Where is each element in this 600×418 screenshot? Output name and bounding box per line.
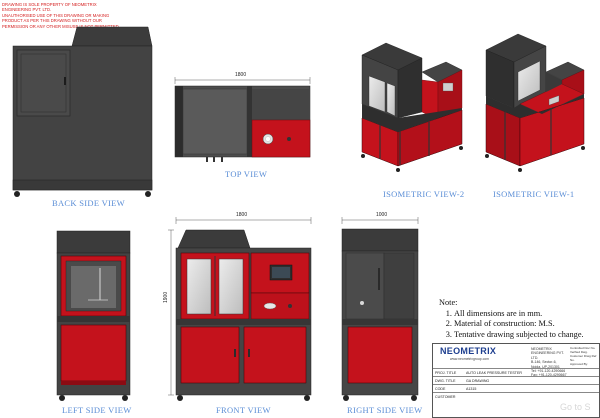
isometric-view-2 bbox=[361, 42, 463, 172]
left-side-view bbox=[56, 230, 131, 401]
isometric-view-2-label: ISOMETRIC VIEW-2 bbox=[383, 189, 465, 199]
right-side-view-label: RIGHT SIDE VIEW bbox=[347, 405, 423, 415]
notes-title: Note: bbox=[439, 298, 458, 307]
title-block-row-label: DWG. TITLE bbox=[435, 379, 456, 383]
right-side-view bbox=[341, 228, 419, 401]
brand-name: NEOMETRIX bbox=[440, 346, 497, 356]
top-view-width-dimension: 1800 bbox=[235, 72, 247, 78]
note-item: Tentative drawing subjected to change. bbox=[454, 330, 599, 340]
top-view bbox=[174, 85, 311, 162]
title-block-row-label: PROJ. TITLE bbox=[435, 371, 457, 375]
activation-watermark: Go to S bbox=[560, 402, 591, 412]
title-block-row-label: CODE bbox=[435, 387, 446, 391]
note-item: All dimensions are in mm. bbox=[454, 309, 599, 319]
notes-block: Note: All dimensions are in mm.Material … bbox=[439, 298, 599, 340]
title-block-row-value: A1315 bbox=[466, 387, 477, 391]
front-view-height-dimension: 1900 bbox=[163, 291, 169, 303]
isometric-view-1-label: ISOMETRIC VIEW-1 bbox=[493, 189, 575, 199]
top-view-label: TOP VIEW bbox=[225, 169, 268, 179]
right-view-width-dimension: 1000 bbox=[376, 212, 388, 218]
title-block-row: CUSTOMER bbox=[433, 392, 599, 401]
title-block-row-value: AUTO LEAK PRESSURE TESTER bbox=[466, 371, 522, 375]
back-side-view bbox=[12, 26, 153, 197]
isometric-view-1 bbox=[485, 33, 585, 172]
title-block-row-label: CUSTOMER bbox=[435, 395, 456, 399]
front-view-label: FRONT VIEW bbox=[216, 405, 271, 415]
notes-list: All dimensions are in mm.Material of con… bbox=[439, 309, 599, 340]
title-block-row-value: GA DRAWING bbox=[466, 379, 490, 383]
left-side-view-label: LEFT SIDE VIEW bbox=[62, 405, 132, 415]
document-control-info: Controlled Doc No. Verified Dwg. Custome… bbox=[570, 346, 597, 366]
front-view-width-dimension: 1800 bbox=[236, 212, 248, 218]
front-view bbox=[175, 229, 312, 401]
brand-website: www.neometrixgroup.com bbox=[450, 357, 490, 361]
back-side-view-label: BACK SIDE VIEW bbox=[52, 198, 125, 208]
note-item: Material of construction: M.S. bbox=[454, 319, 599, 329]
